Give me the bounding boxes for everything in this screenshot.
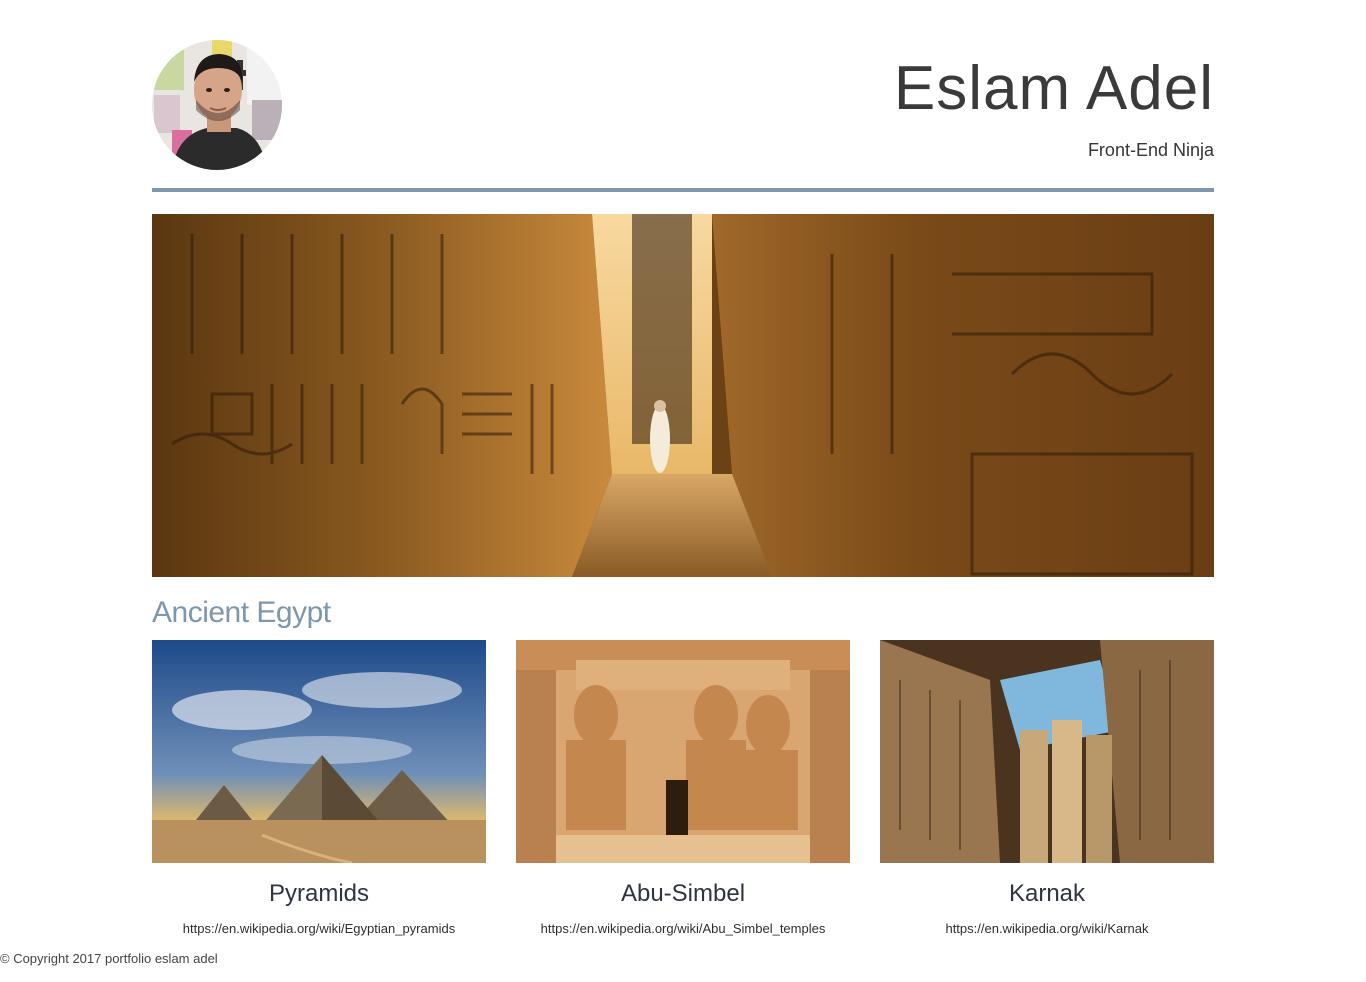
card-title: Abu-Simbel [620,880,746,907]
card-pyramids: Pyramids https://en.wikipedia.org/wiki/E… [152,640,486,936]
abu-simbel-photo-icon [516,640,850,863]
card-title: Karnak [1008,880,1086,907]
card-image [880,640,1214,863]
page-title: Eslam Adel [893,54,1214,123]
temple-corridor-icon [152,214,1214,577]
card-title: Pyramids [268,880,370,907]
card-image [152,640,486,863]
karnak-photo-icon [880,640,1214,863]
footer-copyright: © Copyright 2017 portfolio eslam adel [0,951,218,966]
card-link[interactable]: https://en.wikipedia.org/wiki/Egyptian_p… [132,921,506,936]
avatar-photo-icon [152,40,282,170]
card-link[interactable]: https://en.wikipedia.org/wiki/Abu_Simbel… [496,921,870,936]
avatar [152,40,282,170]
card-karnak: Karnak https://en.wikipedia.org/wiki/Kar… [880,640,1214,936]
cards-grid: Pyramids https://en.wikipedia.org/wiki/E… [152,640,1214,940]
section-title: Ancient Egypt [152,596,331,629]
card-link[interactable]: https://en.wikipedia.org/wiki/Karnak [860,921,1234,936]
header-divider [152,188,1214,192]
pyramids-photo-icon [152,640,486,863]
page-container: Eslam Adel Front-End Ninja Ancient Egypt… [152,0,1214,936]
subtitle: Front-End Ninja [1087,140,1214,160]
card-abu-simbel: Abu-Simbel https://en.wikipedia.org/wiki… [516,640,850,936]
hero-image [152,214,1214,577]
page-header: Eslam Adel Front-End Ninja [152,0,1214,192]
card-image [516,640,850,863]
